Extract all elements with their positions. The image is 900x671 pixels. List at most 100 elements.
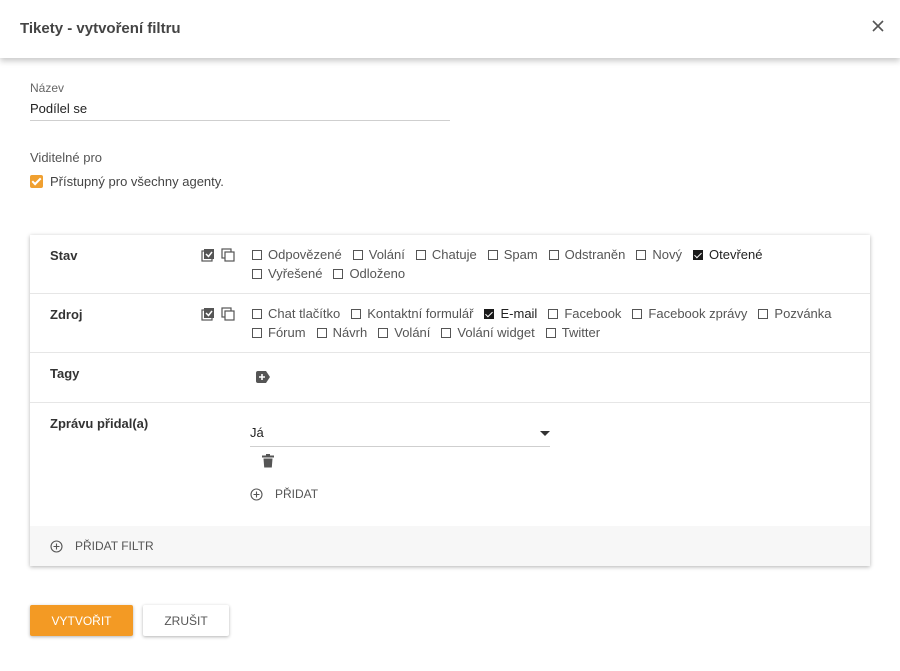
filter-option-stav[interactable]: Chatuje [415,247,477,263]
filter-row-tagy: Tagy [30,353,870,403]
filter-option-zdroj[interactable]: Kontaktní formulář [351,306,473,322]
checkbox-icon [548,309,559,319]
close-icon[interactable] [870,18,886,34]
filter-option-label: Twitter [561,325,601,340]
checkbox-icon [632,309,643,319]
filter-option-stav[interactable]: Spam [487,247,538,263]
copy-icon[interactable] [221,248,235,262]
checkbox-icon [487,250,498,260]
filter-option-zdroj[interactable]: E-mail [484,306,537,322]
filter-option-zdroj[interactable]: Facebook [548,306,621,322]
select-all-icon[interactable] [201,307,215,321]
filter-option-label: Volání [368,247,405,262]
checkbox-icon [378,328,389,338]
filter-option-label: Spam [503,247,538,262]
checkbox-icon [545,328,556,338]
visible-for-label: Viditelné pro [30,150,103,165]
name-input[interactable]: Podílel se [30,101,450,121]
checkbox-icon [252,328,262,338]
filter-option-label: Návrh [332,325,368,340]
filter-option-label: E-mail [500,306,538,321]
trash-icon[interactable] [262,454,274,468]
visible-all-agents-checkbox[interactable]: Přístupný pro všechny agenty. [30,174,224,189]
checkbox-icon [415,250,426,260]
add-filter-button[interactable]: PŘIDAT FILTR [50,539,154,553]
filter-option-zdroj[interactable]: Pozvánka [758,306,832,322]
create-button[interactable]: VYTVOŘIT [30,605,133,636]
filter-option-zdroj[interactable]: Fórum [252,325,306,341]
dialog-title: Tikety - vytvoření filtru [20,20,181,37]
filter-option-zdroj[interactable]: Volání [378,325,430,341]
checkbox-icon [351,309,362,319]
filter-option-zdroj[interactable]: Volání widget [441,325,535,341]
filter-option-label: Volání [394,325,431,340]
filter-option-label: Odstraněn [564,247,626,262]
name-label: Název [30,81,65,95]
filter-option-stav[interactable]: Nový [636,247,682,263]
filter-option-label: Odpovězené [268,247,342,262]
filter-options-stav: Odpovězené Volání Chatuje Spam Odstraněn Nový… [252,247,852,282]
checkbox-checked-icon [693,250,703,260]
dropdown-arrow-icon [540,431,550,436]
filter-option-zdroj[interactable]: Chat tlačítko [252,306,340,322]
visible-all-agents-label: Přístupný pro všechny agenty. [50,174,224,189]
filter-panel: Stav Odpovězené Volání Chatuje Spam Odstraně… [30,235,870,566]
filter-option-stav[interactable]: Vyřešené [252,266,322,282]
filter-option-label: Fórum [268,325,306,340]
filter-option-label: Kontaktní formulář [367,306,474,321]
author-select[interactable]: Já [250,425,550,447]
add-circle-icon [50,539,63,553]
filter-row-author: Zprávu přidal(a) Já PŘIDAT [30,403,870,526]
add-filter-row: PŘIDAT FILTR [30,526,870,566]
checkbox-icon [252,309,262,319]
filter-option-zdroj[interactable]: Návrh [316,325,368,341]
checkbox-icon [548,250,559,260]
checkbox-icon [758,309,769,319]
checkbox-icon [252,269,262,279]
filter-option-label: Volání widget [457,325,535,340]
filter-option-zdroj[interactable]: Facebook zprávy [632,306,747,322]
filter-option-label: Facebook zprávy [648,306,748,321]
filter-option-stav[interactable]: Odstraněn [548,247,626,263]
filter-option-label: Vyřešené [268,266,323,281]
filter-label-stav: Stav [50,248,78,263]
checkbox-icon [252,250,262,260]
add-circle-icon [250,487,263,501]
add-filter-label: PŘIDAT FILTR [75,539,154,553]
filter-label-author: Zprávu přidal(a) [50,416,149,431]
filter-option-stav[interactable]: Volání [352,247,405,263]
add-author-label: PŘIDAT [275,487,319,501]
filter-option-label: Facebook [564,306,622,321]
filter-row-stav: Stav Odpovězené Volání Chatuje Spam Odstraně… [30,235,870,294]
add-tag-icon[interactable] [255,370,271,384]
checkbox-icon [316,328,327,338]
filter-label-tagy: Tagy [50,366,80,381]
filter-option-zdroj[interactable]: Twitter [545,325,601,341]
filter-option-label: Odloženo [349,266,406,281]
filter-label-zdroj: Zdroj [50,307,83,322]
checkbox-checked-icon [30,175,43,188]
select-all-icon[interactable] [201,248,215,262]
checkbox-checked-icon [484,309,495,319]
copy-icon[interactable] [221,307,235,321]
author-select-value: Já [250,425,264,440]
cancel-button[interactable]: ZRUŠIT [143,605,229,636]
filter-tools [201,307,235,321]
filter-option-label: Chat tlačítko [268,306,341,321]
filter-option-stav[interactable]: Odpovězené [252,247,342,263]
dialog-header: Tikety - vytvoření filtru [0,0,900,58]
checkbox-icon [636,250,647,260]
filter-option-label: Nový [652,247,682,262]
checkbox-icon [441,328,452,338]
filter-option-stav[interactable]: Otevřené [693,247,762,263]
filter-tools [201,248,235,262]
filter-option-label: Chatuje [431,247,477,262]
filter-option-stav[interactable]: Odloženo [333,266,405,282]
filter-option-label: Pozvánka [774,306,832,321]
filter-option-label: Otevřené [709,247,763,262]
add-author-button[interactable]: PŘIDAT [250,487,318,501]
checkbox-icon [333,269,344,279]
filter-row-zdroj: Zdroj Chat tlačítko Kontaktní formulář E-m… [30,294,870,353]
checkbox-icon [352,250,363,260]
filter-options-zdroj: Chat tlačítko Kontaktní formulář E-mail Fac… [252,306,852,341]
